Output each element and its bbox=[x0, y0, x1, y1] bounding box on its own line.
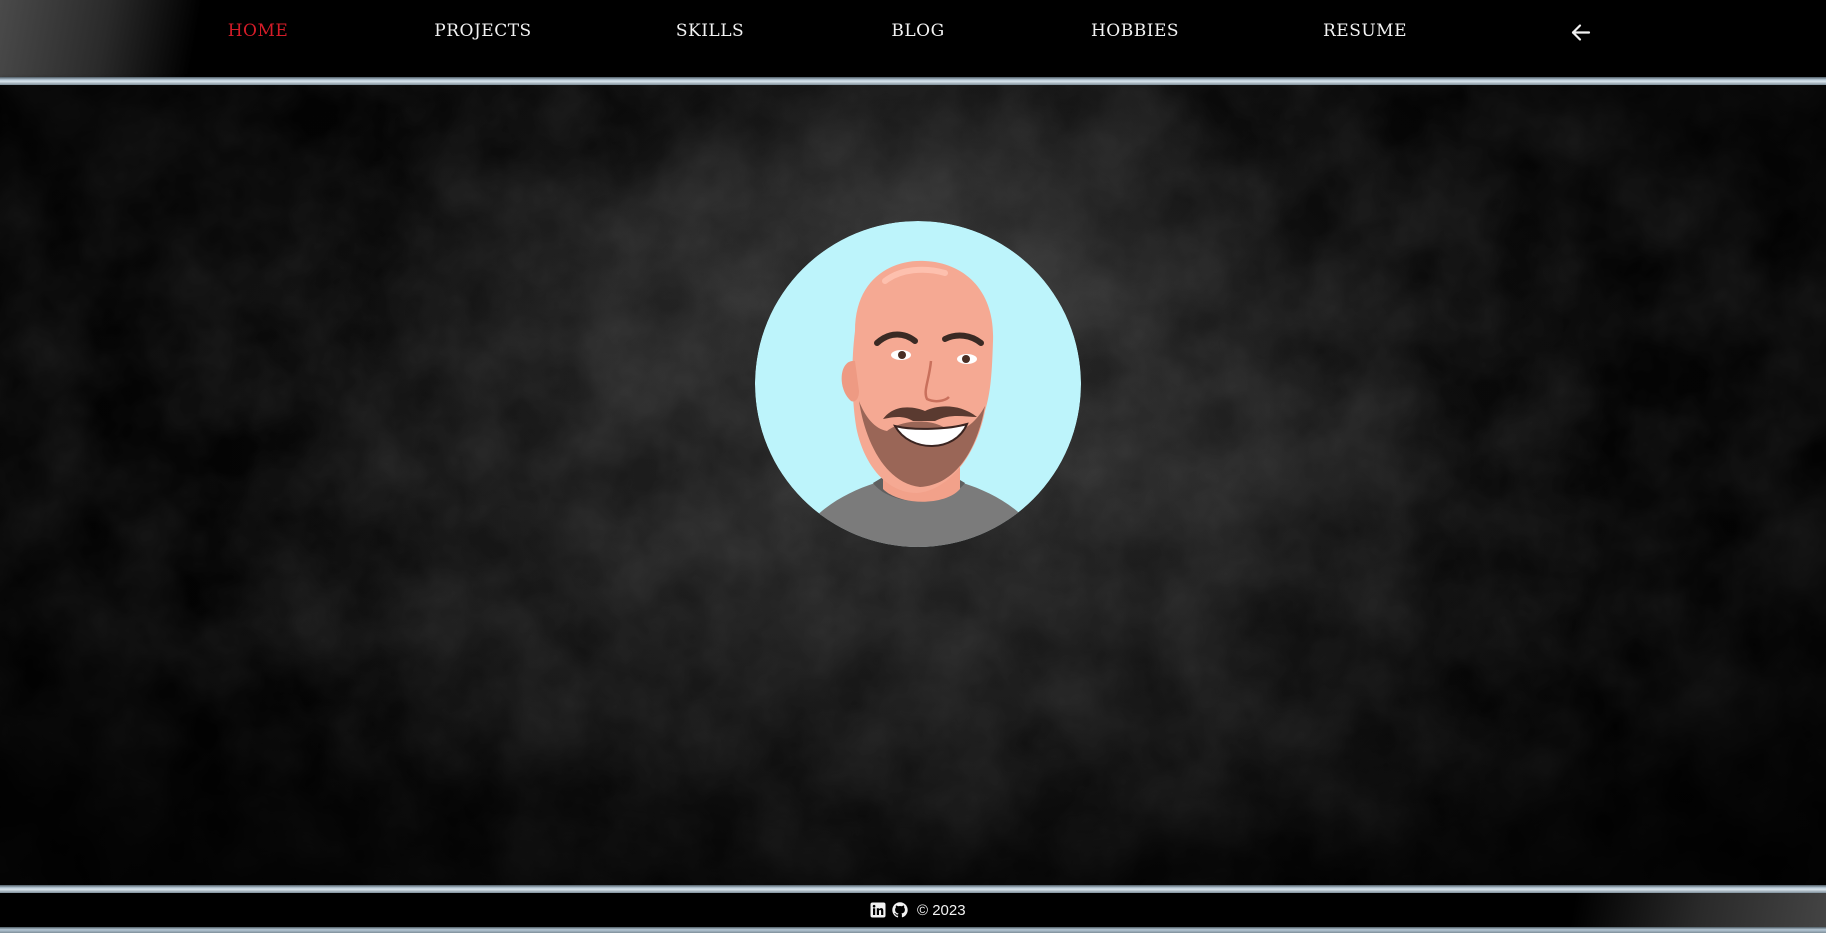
footer-content: © 2023 bbox=[870, 900, 966, 920]
nav-divider bbox=[0, 77, 1826, 85]
nav-item-blog[interactable]: BLOG bbox=[891, 21, 944, 41]
nav-item-home[interactable]: HOME bbox=[228, 21, 289, 41]
hero-section bbox=[0, 85, 1826, 885]
nav-item-hobbies[interactable]: HOBBIES bbox=[1091, 21, 1179, 41]
avatar-portrait bbox=[755, 221, 1081, 547]
arrow-left-icon[interactable] bbox=[1570, 21, 1592, 45]
nav-item-resume[interactable]: RESUME bbox=[1323, 21, 1407, 41]
nav-item-skills[interactable]: SKILLS bbox=[676, 21, 744, 41]
nav-item-projects[interactable]: PROJECTS bbox=[434, 21, 531, 41]
footer-bottom-divider bbox=[0, 927, 1826, 933]
footer-divider bbox=[0, 885, 1826, 893]
nav-list: HOME PROJECTS SKILLS BLOG HOBBIES RESUME bbox=[0, 0, 1826, 68]
linkedin-icon[interactable] bbox=[870, 902, 886, 918]
github-icon[interactable] bbox=[892, 902, 908, 918]
copyright-text: © 2023 bbox=[917, 901, 966, 919]
page: HOME PROJECTS SKILLS BLOG HOBBIES RESUME bbox=[0, 0, 1826, 933]
top-navbar: HOME PROJECTS SKILLS BLOG HOBBIES RESUME bbox=[0, 0, 1826, 77]
